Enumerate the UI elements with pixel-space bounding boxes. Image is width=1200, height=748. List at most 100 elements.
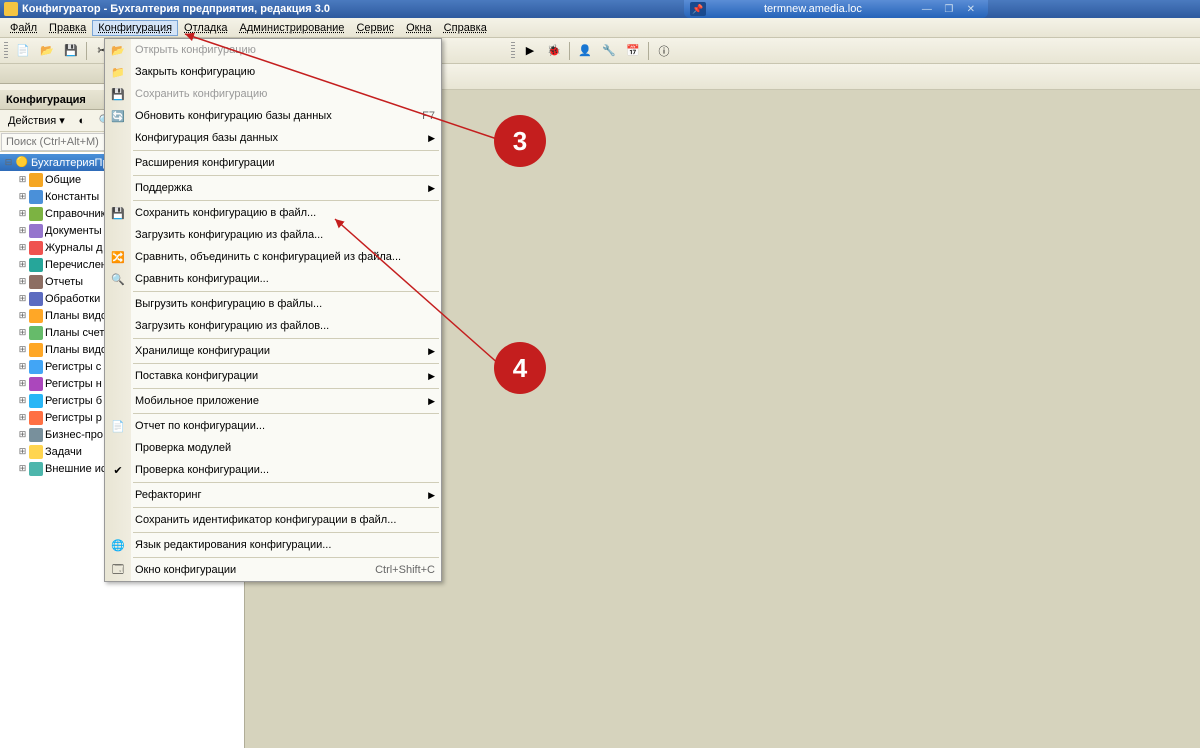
menu-item-label: Обновить конфигурацию базы данных <box>135 110 332 122</box>
maximize-icon[interactable]: ❐ <box>942 3 956 15</box>
menu-item-icon: 💾 <box>109 207 127 220</box>
menu-shortcut: Ctrl+Shift+C <box>375 564 435 576</box>
menu-item-label: Расширения конфигурации <box>135 157 275 169</box>
menu-item[interactable]: 📄 Отчет по конфигурации... <box>105 415 441 437</box>
run-button[interactable]: ▶ <box>519 40 541 62</box>
submenu-arrow-icon: ▶ <box>428 133 435 144</box>
menu-item-label: Конфигурация базы данных <box>135 132 278 144</box>
menu-item-label: Мобильное приложение <box>135 395 259 407</box>
menu-bar: ФайлПравкаКонфигурацияОтладкаАдминистрир… <box>0 18 1200 38</box>
menu-item: 📂 Открыть конфигурацию <box>105 39 441 61</box>
menu-item-label: Отчет по конфигурации... <box>135 420 265 432</box>
menu-окна[interactable]: Окна <box>400 20 438 36</box>
config-dropdown-menu: 📂 Открыть конфигурацию 📁 Закрыть конфигурац… <box>104 38 442 582</box>
menu-item-icon: 📂 <box>109 44 127 57</box>
action-btn-1[interactable]: ◐ <box>71 110 93 132</box>
close-icon[interactable]: ✕ <box>964 3 978 15</box>
menu-конфигурация[interactable]: Конфигурация <box>92 20 178 36</box>
menu-item[interactable]: 🔄 Обновить конфигурацию базы данных F7 <box>105 105 441 127</box>
submenu-arrow-icon: ▶ <box>428 490 435 501</box>
debug-button[interactable]: 🐞 <box>543 40 565 62</box>
user-button[interactable]: 👤 <box>574 40 596 62</box>
menu-item[interactable]: Выгрузить конфигурацию в файлы... <box>105 293 441 315</box>
save-button[interactable]: 💾 <box>60 40 82 62</box>
menu-отладка[interactable]: Отладка <box>178 20 233 36</box>
menu-item-icon: 🔍 <box>109 273 127 286</box>
pin-icon[interactable]: 📌 <box>690 2 706 16</box>
calendar-button[interactable]: 📅 <box>622 40 644 62</box>
menu-item-icon: 🔄 <box>109 110 127 123</box>
menu-item-icon: ✔ <box>109 464 127 477</box>
annotation-badge-4: 4 <box>494 342 546 394</box>
menu-item-label: Сохранить конфигурацию в файл... <box>135 207 316 219</box>
menu-item-icon: 🌐 <box>109 539 127 552</box>
menu-item-label: Поддержка <box>135 182 192 194</box>
open-button[interactable]: 📂 <box>36 40 58 62</box>
menu-item-label: Закрыть конфигурацию <box>135 66 255 78</box>
submenu-arrow-icon: ▶ <box>428 183 435 194</box>
menu-файл[interactable]: Файл <box>4 20 43 36</box>
menu-item[interactable]: Расширения конфигурации <box>105 152 441 174</box>
remote-connection-tab: 📌 termnew.amedia.loc — ❐ ✕ <box>684 0 988 18</box>
help-button[interactable]: ⓘ <box>653 40 675 62</box>
tools-button[interactable]: 🔧 <box>598 40 620 62</box>
menu-item-icon: 📁 <box>109 66 127 79</box>
menu-item[interactable]: Конфигурация базы данных ▶ <box>105 127 441 149</box>
menu-item-label: Открыть конфигурацию <box>135 44 256 56</box>
new-button[interactable]: 📄 <box>12 40 34 62</box>
menu-item[interactable]: Поставка конфигурации ▶ <box>105 365 441 387</box>
menu-item-label: Загрузить конфигурацию из файлов... <box>135 320 329 332</box>
menu-item[interactable]: Проверка модулей <box>105 437 441 459</box>
menu-item-label: Проверка конфигурации... <box>135 464 269 476</box>
menu-item[interactable]: 🗔 Окно конфигурации Ctrl+Shift+C <box>105 559 441 581</box>
menu-item[interactable]: Рефакторинг ▶ <box>105 484 441 506</box>
submenu-arrow-icon: ▶ <box>428 346 435 357</box>
menu-item[interactable]: 🌐 Язык редактирования конфигурации... <box>105 534 441 556</box>
menu-item-label: Сохранить идентификатор конфигурации в ф… <box>135 514 396 526</box>
menu-item-icon: 🗔 <box>109 561 127 580</box>
menu-item-icon: 🔀 <box>109 251 127 264</box>
toolbar-grip[interactable] <box>4 42 8 60</box>
menu-item[interactable]: Мобильное приложение ▶ <box>105 390 441 412</box>
sidebar-title-text: Конфигурация <box>6 94 86 106</box>
app-icon <box>4 2 18 16</box>
menu-item[interactable]: Поддержка ▶ <box>105 177 441 199</box>
menu-item[interactable]: 🔀 Сравнить, объединить с конфигурацией из… <box>105 246 441 268</box>
annotation-badge-3: 3 <box>494 115 546 167</box>
menu-item: 💾 Сохранить конфигурацию <box>105 83 441 105</box>
window-title: Конфигуратор - Бухгалтерия предприятия, … <box>22 3 330 15</box>
submenu-arrow-icon: ▶ <box>428 396 435 407</box>
menu-справка[interactable]: Справка <box>438 20 493 36</box>
menu-item-label: Сохранить конфигурацию <box>135 88 267 100</box>
menu-item[interactable]: 💾 Сохранить конфигурацию в файл... <box>105 202 441 224</box>
menu-item-icon: 💾 <box>109 88 127 101</box>
menu-item-label: Окно конфигурации <box>135 564 236 576</box>
menu-сервис[interactable]: Сервис <box>350 20 400 36</box>
menu-item-label: Поставка конфигурации <box>135 370 258 382</box>
menu-shortcut: F7 <box>422 110 435 122</box>
minimize-icon[interactable]: — <box>920 3 934 15</box>
menu-item[interactable]: 📁 Закрыть конфигурацию <box>105 61 441 83</box>
toolbar-grip[interactable] <box>511 42 515 60</box>
menu-item[interactable]: Сохранить идентификатор конфигурации в ф… <box>105 509 441 531</box>
menu-правка[interactable]: Правка <box>43 20 92 36</box>
menu-item-label: Загрузить конфигурацию из файла... <box>135 229 323 241</box>
submenu-arrow-icon: ▶ <box>428 371 435 382</box>
menu-item-label: Язык редактирования конфигурации... <box>135 539 331 551</box>
menu-item-label: Выгрузить конфигурацию в файлы... <box>135 298 322 310</box>
menu-item[interactable]: 🔍 Сравнить конфигурации... <box>105 268 441 290</box>
title-bar: Конфигуратор - Бухгалтерия предприятия, … <box>0 0 1200 18</box>
menu-item[interactable]: Загрузить конфигурацию из файлов... <box>105 315 441 337</box>
menu-item-label: Хранилище конфигурации <box>135 345 270 357</box>
menu-item-label: Проверка модулей <box>135 442 231 454</box>
menu-item-icon: 📄 <box>109 420 127 433</box>
menu-администрирование[interactable]: Администрирование <box>234 20 351 36</box>
menu-item-label: Рефакторинг <box>135 489 201 501</box>
menu-item[interactable]: ✔ Проверка конфигурации... <box>105 459 441 481</box>
menu-item-label: Сравнить конфигурации... <box>135 273 269 285</box>
menu-item[interactable]: Хранилище конфигурации ▶ <box>105 340 441 362</box>
actions-dropdown[interactable]: Действия ▾ <box>4 112 69 129</box>
menu-item[interactable]: Загрузить конфигурацию из файла... <box>105 224 441 246</box>
remote-host-label: termnew.amedia.loc <box>714 3 912 15</box>
menu-item-label: Сравнить, объединить с конфигурацией из … <box>135 251 401 263</box>
